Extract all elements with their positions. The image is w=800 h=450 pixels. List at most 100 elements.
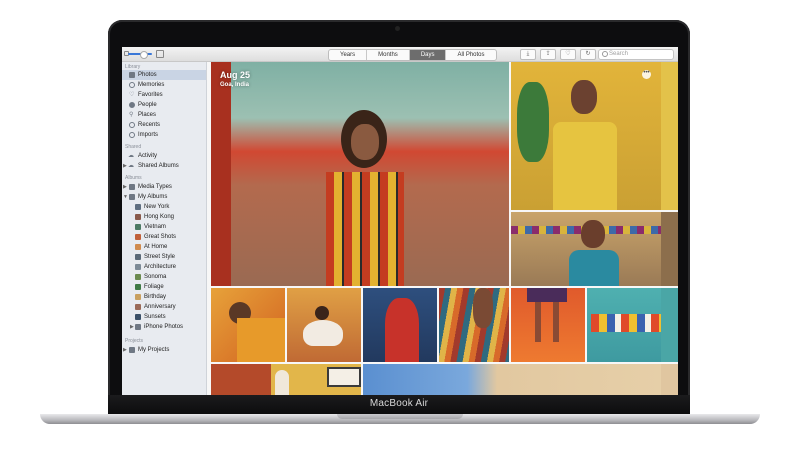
photo-subject-dress (326, 172, 404, 286)
sidebar-item-shared-albums[interactable]: ▶ ☁ Shared Albums (122, 161, 206, 171)
album-foliage[interactable]: Foliage (122, 282, 206, 292)
share-button[interactable]: ⇪ (540, 49, 556, 60)
disclosure-triangle-icon[interactable]: ▶ (123, 161, 127, 171)
search-input[interactable]: Search (598, 49, 674, 60)
photo-detail (553, 122, 617, 210)
photo-tile[interactable] (363, 288, 437, 362)
rotate-button[interactable]: ↻ (580, 49, 596, 60)
album-thumbnail (135, 224, 141, 230)
search-icon (602, 51, 608, 57)
sidebar-item-recents[interactable]: Recents (122, 120, 206, 130)
photo-detail (591, 314, 661, 332)
album-label: iPhone Photos (144, 324, 184, 330)
album-at-home[interactable]: At Home (122, 242, 206, 252)
sidebar-item-imports[interactable]: Imports (122, 130, 206, 140)
laptop-notch (337, 414, 463, 419)
camera-icon (395, 26, 400, 31)
photo-tile[interactable] (661, 62, 678, 210)
album-thumbnail (135, 314, 141, 320)
more-options-button[interactable]: ••• (642, 70, 651, 79)
album-new-york[interactable]: New York (122, 202, 206, 212)
zoom-slider-knob[interactable] (140, 51, 148, 59)
disclosure-triangle-open-icon[interactable]: ▼ (123, 192, 128, 202)
photo-tile[interactable] (211, 364, 361, 395)
album-label: New York (144, 204, 170, 210)
disclosure-triangle-icon[interactable]: ▶ (130, 322, 134, 332)
album-street-style[interactable]: Street Style (122, 252, 206, 262)
sidebar-item-label: Favorites (138, 92, 163, 98)
album-architecture[interactable]: Architecture (122, 262, 206, 272)
tab-months[interactable]: Months (367, 50, 410, 60)
disclosure-triangle-icon[interactable]: ▶ (123, 182, 127, 192)
sidebar-item-favorites[interactable]: ♡ Favorites (122, 90, 206, 100)
photo-tile[interactable] (661, 364, 678, 395)
album-thumbnail (135, 264, 141, 270)
sidebar-item-label: Photos (138, 72, 157, 78)
view-segmented-control: Years Months Days All Photos (328, 49, 497, 61)
sidebar-item-places[interactable]: ⚲ Places (122, 110, 206, 120)
sidebar: Library Photos Memories ♡ Favorites Peop… (122, 62, 207, 395)
album-thumbnail (135, 234, 141, 240)
photo-tile[interactable] (363, 364, 661, 395)
zoom-in-icon[interactable] (156, 50, 164, 58)
sidebar-item-my-albums[interactable]: ▼ My Albums (122, 192, 206, 202)
photo-detail (303, 320, 343, 346)
photo-detail (237, 318, 285, 362)
photo-tile[interactable] (511, 288, 585, 362)
album-great-shots[interactable]: Great Shots (122, 232, 206, 242)
photo-tile[interactable] (511, 212, 661, 286)
disclosure-triangle-icon[interactable]: ▶ (123, 345, 127, 355)
sidebar-heading-shared: Shared (125, 144, 142, 150)
photo-tile[interactable] (661, 212, 678, 286)
album-label: Architecture (144, 264, 177, 270)
search-placeholder: Search (609, 51, 629, 57)
sidebar-item-photos[interactable]: Photos (122, 70, 206, 80)
photo-grid: Aug 25 Goa, India ••• (207, 62, 678, 395)
photo-tile[interactable] (211, 288, 285, 362)
sidebar-heading-projects: Projects (125, 338, 144, 344)
favorite-button[interactable]: ♡ (560, 49, 576, 60)
album-label: Great Shots (144, 234, 177, 240)
photo-tile[interactable] (661, 288, 678, 362)
hero-photo[interactable]: Aug 25 Goa, India (211, 62, 509, 286)
imports-icon (129, 132, 135, 138)
album-hong-kong[interactable]: Hong Kong (122, 212, 206, 222)
tab-all-photos[interactable]: All Photos (446, 50, 495, 60)
album-label: Sonoma (144, 274, 167, 280)
sidebar-item-label: My Projects (138, 347, 170, 353)
photo-subject-face (351, 124, 379, 160)
photo-detail (569, 250, 619, 286)
photo-detail (211, 62, 231, 286)
photos-app-window: Years Months Days All Photos ⤓ ⇪ ♡ ↻ Sea… (122, 47, 678, 395)
photo-detail (571, 80, 597, 114)
photo-detail (535, 302, 541, 342)
sidebar-item-label: Imports (138, 132, 159, 138)
sidebar-item-media-types[interactable]: ▶ Media Types (122, 182, 206, 192)
photo-detail (553, 302, 559, 342)
photo-tile[interactable] (439, 288, 509, 362)
album-label: Foliage (144, 284, 164, 290)
album-anniversary[interactable]: Anniversary (122, 302, 206, 312)
sidebar-item-my-projects[interactable]: ▶ My Projects (122, 345, 206, 355)
album-label: Hong Kong (144, 214, 175, 220)
album-thumbnail (135, 244, 141, 250)
folder-icon (129, 194, 135, 200)
sidebar-item-activity[interactable]: ☁ Activity (122, 151, 206, 161)
photo-tile[interactable] (587, 288, 661, 362)
import-button[interactable]: ⤓ (520, 49, 536, 60)
album-iphone-photos[interactable]: ▶ iPhone Photos (122, 322, 206, 332)
album-sunsets[interactable]: Sunsets (122, 312, 206, 322)
photo-tile[interactable] (287, 288, 361, 362)
album-sonoma[interactable]: Sonoma (122, 272, 206, 282)
folder-icon (129, 184, 135, 190)
album-thumbnail (135, 204, 141, 210)
album-birthday[interactable]: Birthday (122, 292, 206, 302)
sidebar-item-label: People (138, 102, 157, 108)
album-vietnam[interactable]: Vietnam (122, 222, 206, 232)
sidebar-item-people[interactable]: People (122, 100, 206, 110)
tab-years[interactable]: Years (329, 50, 368, 60)
clock-icon (129, 122, 135, 128)
photo-tile[interactable] (511, 62, 661, 210)
tab-days[interactable]: Days (409, 50, 447, 60)
sidebar-item-memories[interactable]: Memories (122, 80, 206, 90)
